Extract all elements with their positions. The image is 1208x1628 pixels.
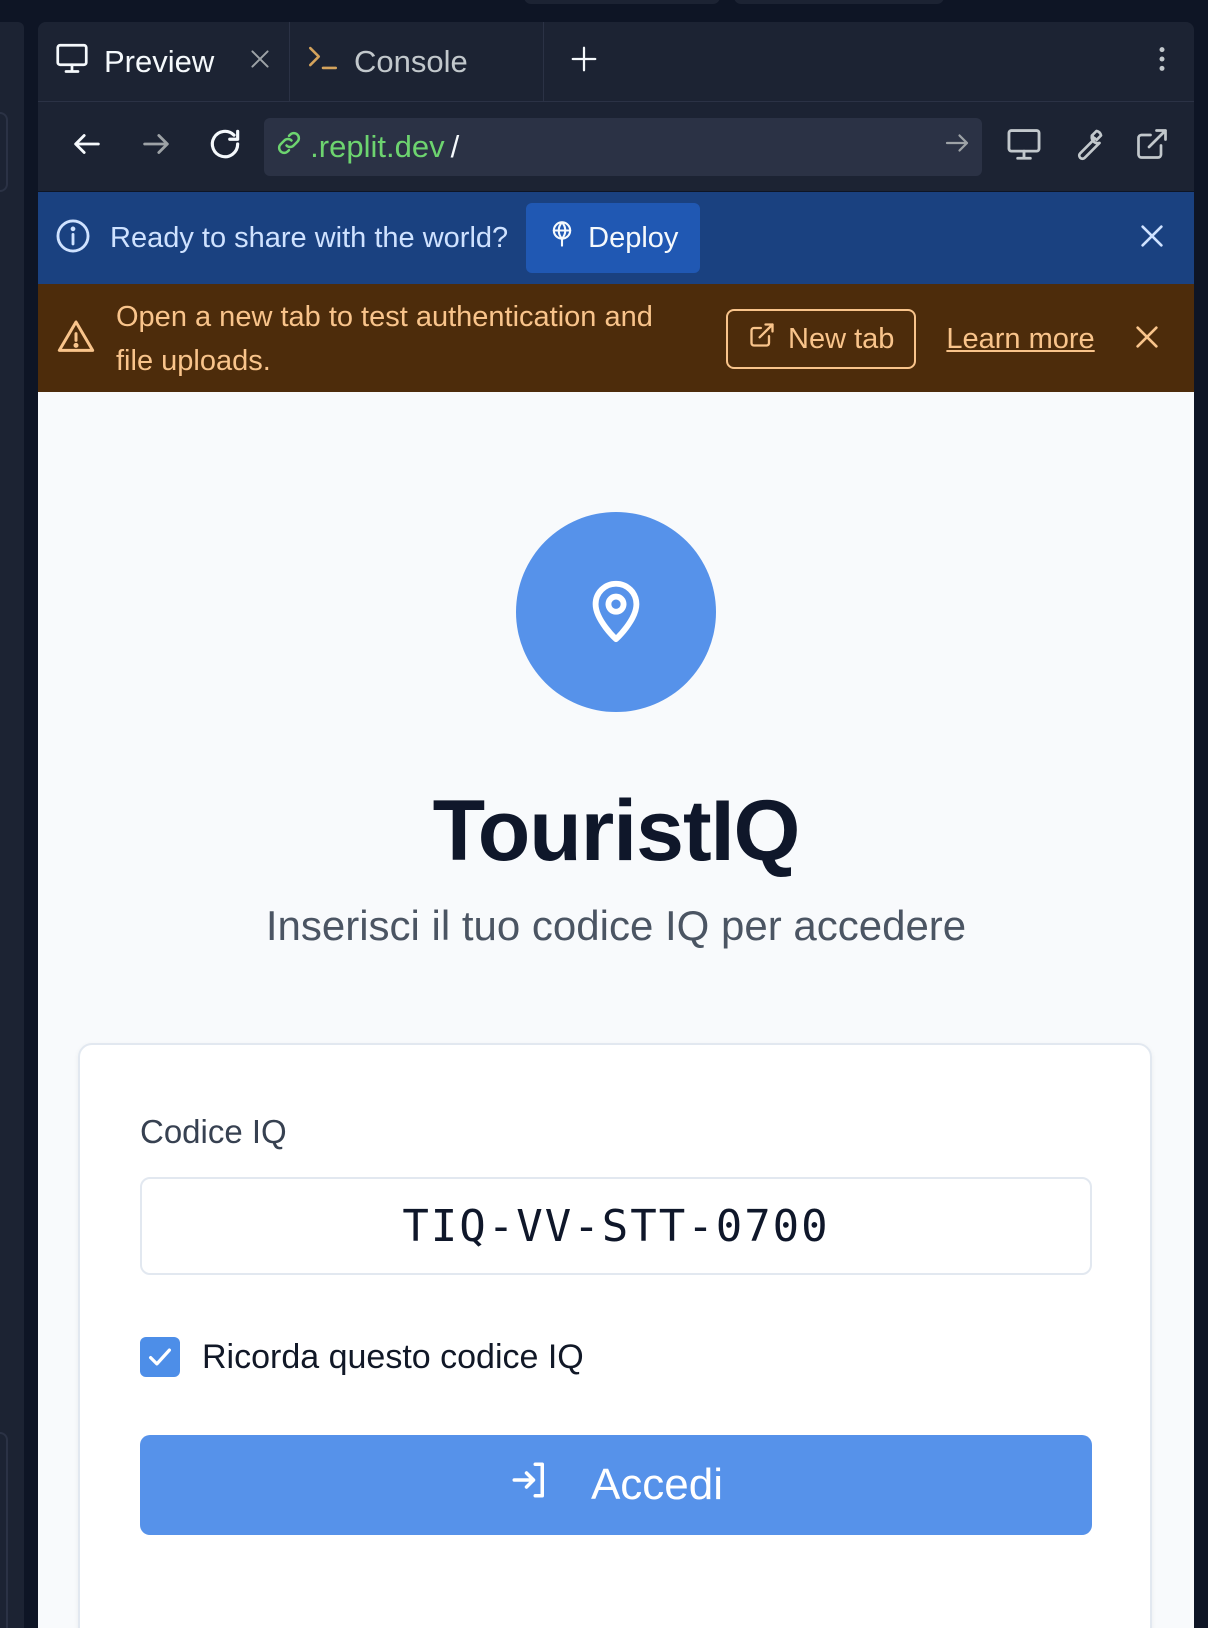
close-tab-icon[interactable]: [247, 44, 273, 80]
tab-console-label: Console: [354, 43, 468, 79]
deploy-globe-icon: [548, 220, 576, 256]
app-viewport: TouristIQ Inserisci il tuo codice IQ per…: [38, 392, 1194, 1628]
remember-label: Ricorda questo codice IQ: [202, 1337, 584, 1376]
warning-message: Open a new tab to test authentication an…: [116, 301, 653, 377]
external-link-icon: [748, 321, 776, 357]
top-control[interactable]: [524, 0, 720, 4]
preview-pane: Preview Console .replit.dev / Ready to s…: [38, 22, 1194, 1628]
reload-button[interactable]: [191, 112, 260, 182]
map-pin-icon: [581, 575, 651, 650]
more-vertical-icon: [1147, 44, 1177, 79]
login-button-label: Accedi: [590, 1460, 724, 1509]
ide-top-strip: [28, 0, 1208, 22]
app-title: TouristIQ: [432, 783, 801, 879]
arrow-left-icon: [70, 127, 104, 166]
app-logo: [516, 512, 716, 712]
terminal-prompt-icon: [306, 41, 340, 83]
left-panel-edge: [0, 22, 24, 1628]
wrench-icon: [1070, 126, 1106, 167]
tab-bar-spacer: [624, 22, 1130, 101]
link-icon: [274, 128, 304, 166]
tab-bar: Preview Console: [38, 22, 1194, 102]
login-button[interactable]: Accedi: [140, 1435, 1092, 1535]
url-bar: .replit.dev /: [38, 102, 1194, 192]
monitor-icon: [1005, 125, 1043, 168]
login-icon: [509, 1459, 551, 1512]
deploy-message: Ready to share with the world?: [110, 221, 509, 254]
arrow-right-icon: [139, 127, 173, 166]
deploy-banner: Ready to share with the world? Deploy: [38, 192, 1194, 284]
deploy-button[interactable]: Deploy: [526, 203, 701, 273]
warning-icon: [56, 317, 96, 362]
tab-console[interactable]: Console: [290, 22, 544, 101]
external-link-icon: [1134, 126, 1170, 167]
devtools-button[interactable]: [1056, 115, 1120, 179]
url-host: .replit.dev: [310, 128, 445, 164]
remember-code-option[interactable]: Ricorda questo codice IQ: [140, 1337, 584, 1377]
reload-icon: [206, 125, 244, 168]
code-field-label: Codice IQ: [140, 1113, 287, 1150]
checkmark-icon: [149, 1348, 171, 1366]
monitor-icon: [54, 40, 90, 84]
url-path: /: [450, 128, 460, 164]
learn-more-link[interactable]: Learn more: [946, 323, 1094, 356]
forward-button[interactable]: [121, 112, 190, 182]
warning-banner: Open a new tab to test authentication an…: [38, 284, 1194, 394]
iq-code-input[interactable]: [140, 1177, 1092, 1275]
login-card: Codice IQ Ricorda questo codice IQ Acced…: [78, 1043, 1152, 1628]
add-tab-button[interactable]: [544, 22, 624, 101]
info-icon: [54, 217, 92, 260]
url-input[interactable]: .replit.dev /: [264, 117, 983, 176]
url-tools: [992, 115, 1184, 179]
left-panel-control[interactable]: [0, 112, 8, 192]
app-subtitle: Inserisci il tuo codice IQ per accedere: [265, 902, 967, 949]
open-external-button[interactable]: [1120, 115, 1184, 179]
plus-icon: [569, 44, 599, 79]
remember-checkbox[interactable]: [140, 1337, 180, 1377]
go-arrow-icon[interactable]: [942, 128, 972, 166]
deploy-button-label: Deploy: [588, 221, 679, 254]
new-tab-button[interactable]: New tab: [726, 309, 917, 369]
left-panel-control-lower[interactable]: [0, 1432, 8, 1628]
pane-menu-button[interactable]: [1130, 22, 1194, 101]
back-button[interactable]: [52, 112, 121, 182]
top-control[interactable]: [734, 0, 944, 4]
close-deploy-banner-icon[interactable]: [1136, 220, 1168, 257]
tab-preview[interactable]: Preview: [38, 22, 290, 101]
device-preview-button[interactable]: [992, 115, 1056, 179]
close-warning-banner-icon[interactable]: [1131, 321, 1163, 358]
tab-preview-label: Preview: [104, 43, 215, 79]
ide-left-gutter: [0, 0, 28, 1628]
new-tab-label: New tab: [788, 322, 895, 355]
